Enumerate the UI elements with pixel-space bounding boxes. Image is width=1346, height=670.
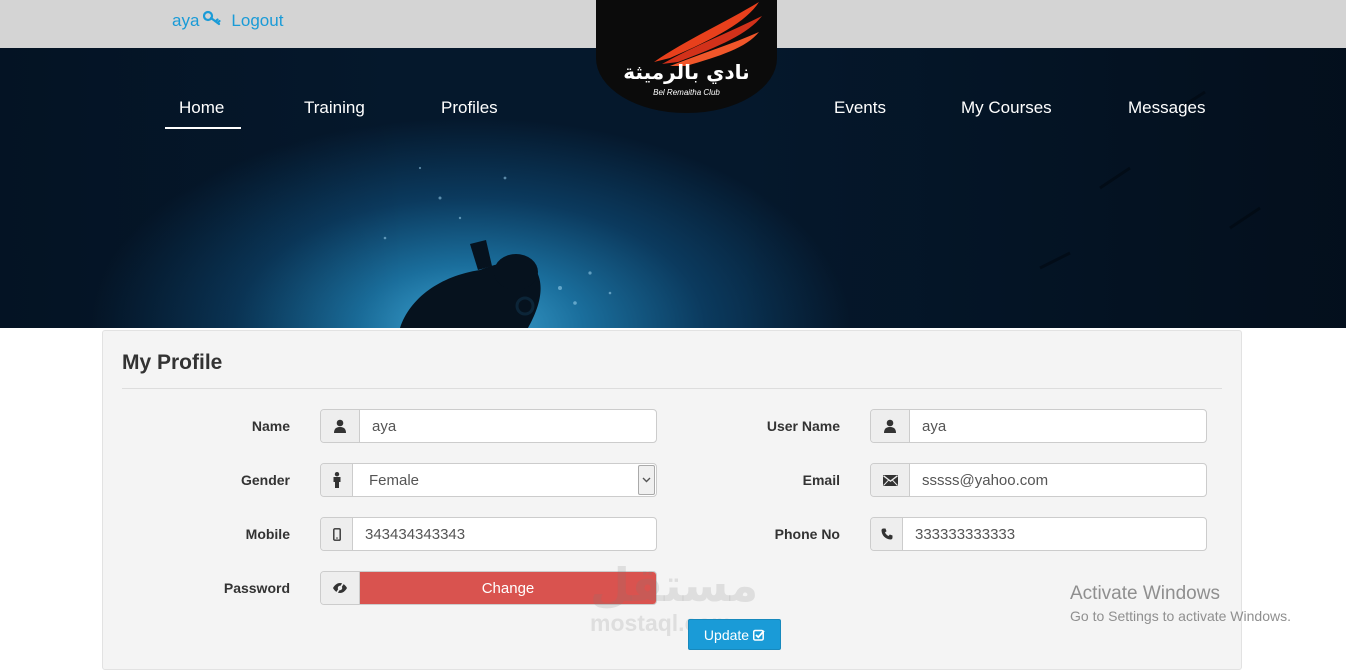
page-title: My Profile	[122, 351, 223, 374]
logo-arabic-name: نادي بالرميثة	[623, 60, 750, 84]
gender-select[interactable]: Female	[320, 463, 657, 497]
nav-training[interactable]: Training	[304, 98, 365, 118]
activate-subtitle: Go to Settings to activate Windows.	[1070, 608, 1291, 624]
username-field[interactable]: aya	[870, 409, 1207, 443]
divider	[122, 388, 1222, 389]
username-label: User Name	[766, 418, 840, 434]
key-icon	[203, 10, 222, 31]
mobile-field[interactable]: 343434343343	[320, 517, 657, 551]
nav-my-courses[interactable]: My Courses	[961, 98, 1052, 118]
phone-value[interactable]: 333333333333	[903, 518, 1206, 550]
nav-events[interactable]: Events	[834, 98, 886, 118]
email-field[interactable]: sssss@yahoo.com	[870, 463, 1207, 497]
name-value[interactable]: aya	[360, 410, 656, 442]
eye-slash-icon	[321, 572, 360, 604]
envelope-icon	[871, 464, 910, 496]
name-label: Name	[251, 418, 290, 434]
phone-icon	[871, 518, 903, 550]
phone-label: Phone No	[774, 526, 840, 542]
name-field[interactable]: aya	[320, 409, 657, 443]
club-logo[interactable]: نادي بالرميثة Bel Remaitha Club	[596, 0, 777, 113]
person-icon	[321, 464, 353, 496]
nav-profiles[interactable]: Profiles	[441, 98, 498, 118]
email-label: Email	[802, 472, 840, 488]
password-group: Change	[320, 571, 657, 605]
check-square-icon	[753, 629, 765, 641]
update-label: Update	[703, 626, 750, 643]
user-icon	[871, 410, 910, 442]
phone-field[interactable]: 333333333333	[870, 517, 1207, 551]
change-password-button[interactable]: Change	[360, 572, 656, 604]
username-value[interactable]: aya	[910, 410, 1206, 442]
activate-title: Activate Windows	[1070, 583, 1220, 604]
nav-active-indicator	[165, 127, 241, 129]
update-button[interactable]: Update	[688, 619, 781, 650]
user-links: aya Logout	[172, 10, 283, 31]
nav-messages[interactable]: Messages	[1128, 98, 1205, 118]
logout-link[interactable]: Logout	[231, 11, 283, 31]
password-label: Password	[223, 580, 290, 596]
mobile-label: Mobile	[245, 526, 290, 542]
gender-label: Gender	[240, 472, 290, 488]
logo-english-name: Bel Remaitha Club	[653, 88, 720, 97]
activate-windows-notice: Activate Windows Go to Settings to activ…	[1070, 583, 1291, 624]
nav-home[interactable]: Home	[179, 98, 224, 118]
user-icon	[321, 410, 360, 442]
username-link[interactable]: aya	[172, 11, 199, 31]
mobile-icon	[321, 518, 353, 550]
gender-value[interactable]: Female	[353, 464, 637, 496]
email-value[interactable]: sssss@yahoo.com	[910, 464, 1206, 496]
mobile-value[interactable]: 343434343343	[353, 518, 656, 550]
